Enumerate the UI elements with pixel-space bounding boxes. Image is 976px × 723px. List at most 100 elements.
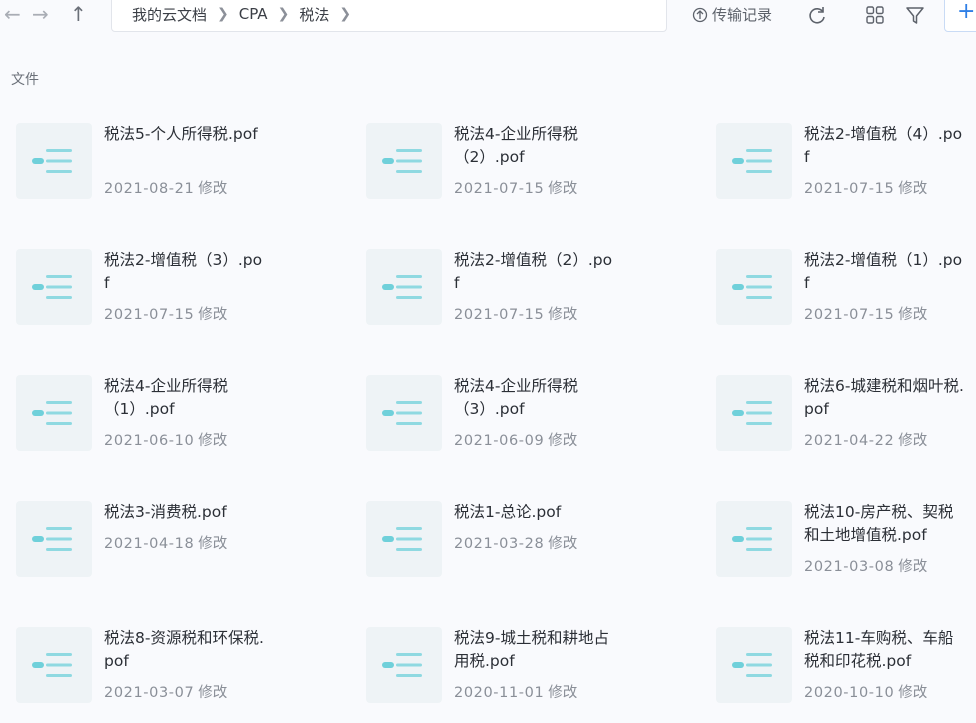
- file-name[interactable]: 税法11-车购税、车船税和印花税.pof: [804, 627, 966, 673]
- file-thumbnail-icon: [716, 501, 792, 577]
- file-date: 2021-07-15: [454, 307, 545, 323]
- file-modified-info: 2021-06-09 修改: [454, 429, 577, 450]
- file-modified-label: 修改: [198, 433, 228, 449]
- file-date: 2021-06-09: [454, 433, 545, 449]
- file-modified-info: 2021-03-28 修改: [454, 532, 577, 553]
- file-date: 2021-08-21: [104, 181, 195, 197]
- file-modified-label: 修改: [198, 307, 228, 323]
- file-modified-label: 修改: [548, 536, 578, 552]
- file-date: 2021-07-15: [104, 307, 195, 323]
- file-modified-label: 修改: [198, 181, 228, 197]
- document-lines-icon: [382, 527, 422, 551]
- document-lines-icon: [732, 527, 772, 551]
- file-item[interactable]: 税法4-企业所得税（2）.pof 2021-07-15 修改: [366, 123, 706, 219]
- file-date: 2021-03-08: [804, 559, 895, 575]
- file-modified-label: 修改: [898, 181, 928, 197]
- file-modified-label: 修改: [898, 433, 928, 449]
- file-name[interactable]: 税法2-增值税（3）.pof: [104, 249, 266, 295]
- file-modified-info: 2021-07-15 修改: [454, 177, 577, 198]
- file-date: 2021-04-18: [104, 536, 195, 552]
- document-lines-icon: [382, 275, 422, 299]
- file-modified-label: 修改: [898, 559, 928, 575]
- file-item[interactable]: 税法2-增值税（3）.pof 2021-07-15 修改: [16, 249, 356, 345]
- file-modified-info: 2021-04-22 修改: [804, 429, 927, 450]
- file-thumbnail-icon: [366, 501, 442, 577]
- file-thumbnail-icon: [16, 501, 92, 577]
- file-date: 2021-07-15: [804, 181, 895, 197]
- file-item[interactable]: 税法9-城土税和耕地占用税.pof 2020-11-01 修改: [366, 627, 706, 723]
- document-lines-icon: [32, 149, 72, 173]
- file-modified-info: 2021-04-18 修改: [104, 532, 227, 553]
- file-item[interactable]: 税法8-资源税和环保税.pof 2021-03-07 修改: [16, 627, 356, 723]
- file-date: 2020-11-01: [454, 685, 545, 701]
- file-name[interactable]: 税法4-企业所得税（3）.pof: [454, 375, 616, 421]
- file-thumbnail-icon: [16, 249, 92, 325]
- file-thumbnail-icon: [366, 123, 442, 199]
- file-thumbnail-icon: [16, 627, 92, 703]
- file-item[interactable]: 税法6-城建税和烟叶税.pof 2021-04-22 修改: [716, 375, 976, 471]
- document-lines-icon: [32, 527, 72, 551]
- file-name[interactable]: 税法9-城土税和耕地占用税.pof: [454, 627, 616, 673]
- file-item[interactable]: 税法11-车购税、车船税和印花税.pof 2020-10-10 修改: [716, 627, 976, 723]
- file-name[interactable]: 税法4-企业所得税（2）.pof: [454, 123, 616, 169]
- file-name[interactable]: 税法6-城建税和烟叶税.pof: [804, 375, 966, 421]
- file-item[interactable]: 税法3-消费税.pof 2021-04-18 修改: [16, 501, 356, 597]
- file-date: 2021-03-07: [104, 685, 195, 701]
- file-item[interactable]: 税法2-增值税（1）.pof 2021-07-15 修改: [716, 249, 976, 345]
- file-item[interactable]: 税法5-个人所得税.pof 2021-08-21 修改: [16, 123, 356, 219]
- file-item[interactable]: 税法2-增值税（2）.pof 2021-07-15 修改: [366, 249, 706, 345]
- file-thumbnail-icon: [366, 249, 442, 325]
- document-lines-icon: [382, 401, 422, 425]
- file-thumbnail-icon: [16, 375, 92, 451]
- file-name[interactable]: 税法2-增值税（1）.pof: [804, 249, 966, 295]
- file-thumbnail-icon: [716, 627, 792, 703]
- file-name[interactable]: 税法10-房产税、契税和土地增值税.pof: [804, 501, 966, 547]
- file-modified-info: 2021-07-15 修改: [804, 303, 927, 324]
- file-name[interactable]: 税法5-个人所得税.pof: [104, 123, 266, 146]
- file-modified-label: 修改: [198, 536, 228, 552]
- file-modified-label: 修改: [898, 307, 928, 323]
- file-name[interactable]: 税法1-总论.pof: [454, 501, 616, 524]
- document-lines-icon: [382, 149, 422, 173]
- file-date: 2021-07-15: [454, 181, 545, 197]
- file-item[interactable]: 税法4-企业所得税（1）.pof 2021-06-10 修改: [16, 375, 356, 471]
- file-name[interactable]: 税法2-增值税（4）.pof: [804, 123, 966, 169]
- file-item[interactable]: 税法2-增值税（4）.pof 2021-07-15 修改: [716, 123, 976, 219]
- file-modified-info: 2021-07-15 修改: [454, 303, 577, 324]
- file-modified-info: 2021-03-07 修改: [104, 681, 227, 702]
- file-modified-info: 2021-06-10 修改: [104, 429, 227, 450]
- file-modified-label: 修改: [898, 685, 928, 701]
- file-date: 2021-03-28: [454, 536, 545, 552]
- document-lines-icon: [732, 275, 772, 299]
- document-lines-icon: [732, 149, 772, 173]
- file-item[interactable]: 税法10-房产税、契税和土地增值税.pof 2021-03-08 修改: [716, 501, 976, 597]
- file-modified-info: 2021-07-15 修改: [804, 177, 927, 198]
- file-modified-info: 2021-08-21 修改: [104, 177, 227, 198]
- file-thumbnail-icon: [716, 375, 792, 451]
- document-lines-icon: [32, 653, 72, 677]
- file-modified-info: 2020-11-01 修改: [454, 681, 577, 702]
- file-item[interactable]: 税法4-企业所得税（3）.pof 2021-06-09 修改: [366, 375, 706, 471]
- file-modified-info: 2021-07-15 修改: [104, 303, 227, 324]
- file-date: 2021-06-10: [104, 433, 195, 449]
- file-name[interactable]: 税法4-企业所得税（1）.pof: [104, 375, 266, 421]
- file-grid: 税法5-个人所得税.pof 2021-08-21 修改 税法4-企业所得税（2）.po…: [0, 0, 976, 716]
- file-thumbnail-icon: [716, 249, 792, 325]
- document-lines-icon: [732, 653, 772, 677]
- file-thumbnail-icon: [366, 375, 442, 451]
- file-thumbnail-icon: [366, 627, 442, 703]
- file-name[interactable]: 税法2-增值税（2）.pof: [454, 249, 616, 295]
- file-modified-info: 2020-10-10 修改: [804, 681, 927, 702]
- file-modified-label: 修改: [198, 685, 228, 701]
- file-thumbnail-icon: [16, 123, 92, 199]
- file-name[interactable]: 税法3-消费税.pof: [104, 501, 266, 524]
- file-date: 2020-10-10: [804, 685, 895, 701]
- document-lines-icon: [32, 275, 72, 299]
- file-modified-label: 修改: [548, 685, 578, 701]
- file-modified-label: 修改: [548, 307, 578, 323]
- file-item[interactable]: 税法1-总论.pof 2021-03-28 修改: [366, 501, 706, 597]
- document-lines-icon: [382, 653, 422, 677]
- file-modified-label: 修改: [548, 181, 578, 197]
- file-name[interactable]: 税法8-资源税和环保税.pof: [104, 627, 266, 673]
- file-modified-info: 2021-03-08 修改: [804, 555, 927, 576]
